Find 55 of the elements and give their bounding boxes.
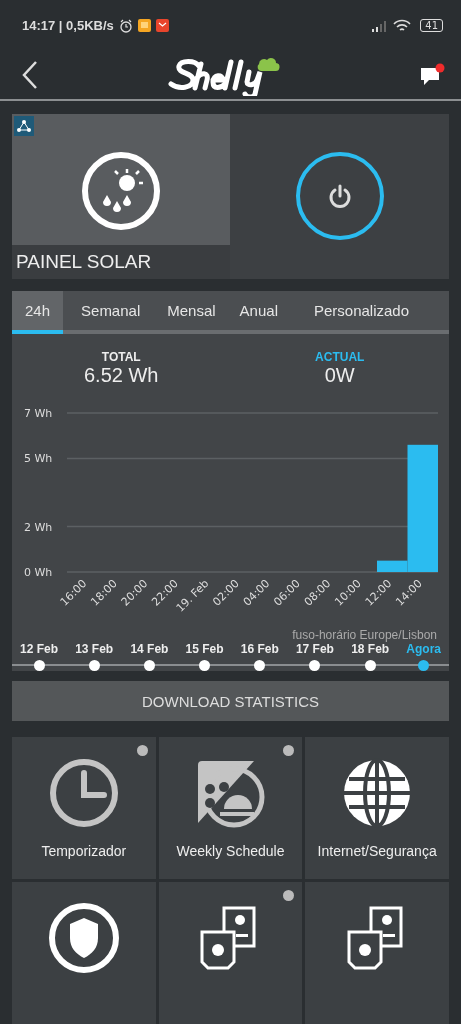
day-label[interactable]: 12 Feb: [20, 642, 58, 657]
feature-tile[interactable]: Internet/Segurança: [305, 737, 449, 879]
day-label[interactable]: 14 Feb: [130, 642, 169, 657]
day-label[interactable]: 17 Feb: [295, 642, 334, 657]
feature-tile[interactable]: [158, 882, 303, 1024]
signal-icon: [372, 19, 389, 32]
period-tab[interactable]: Semanal: [63, 290, 156, 335]
stat-value: 6.52 Wh: [84, 364, 159, 388]
day-marker[interactable]: [309, 660, 321, 672]
device-tile[interactable]: PAINEL SOLAR: [12, 113, 230, 279]
weather-icon: [81, 150, 161, 231]
app-notification-icon: [137, 19, 151, 33]
day-marker[interactable]: [364, 660, 376, 672]
back-icon[interactable]: [20, 60, 40, 91]
network-icon: [14, 115, 34, 136]
alarm-clock-icon: [118, 18, 133, 33]
period-tab[interactable]: Anual: [227, 290, 290, 335]
battery-indicator: 41: [420, 19, 443, 33]
tile-label: Weekly Schedule: [176, 843, 285, 859]
day-label[interactable]: 15 Feb: [185, 642, 224, 657]
stat-label: TOTAL: [101, 350, 141, 365]
feature-tile[interactable]: [305, 882, 449, 1024]
day-label[interactable]: 13 Feb: [75, 642, 114, 657]
day-marker[interactable]: [33, 660, 45, 672]
y-axis-label: 2 Wh: [24, 521, 53, 534]
y-axis-label: 0 Wh: [24, 566, 53, 580]
mail-app-icon: [155, 19, 169, 33]
day-label[interactable]: 16 Feb: [240, 642, 279, 657]
y-axis-label: 5 Wh: [24, 452, 53, 466]
shield-icon: [47, 902, 120, 974]
feature-tile[interactable]: Weekly Schedule: [158, 737, 303, 879]
stat-value: 0W: [324, 364, 355, 388]
tile-label: Temporizador: [41, 843, 127, 859]
period-tab[interactable]: Personalizado: [289, 290, 410, 335]
day-label[interactable]: 18 Feb: [351, 642, 390, 657]
day-marker[interactable]: [199, 660, 211, 672]
download-button[interactable]: DOWNLOAD STATISTICS: [12, 681, 449, 721]
period-tab[interactable]: 24h: [12, 290, 64, 335]
feature-tile[interactable]: Temporizador: [12, 737, 156, 879]
y-axis-label: 7 Wh: [24, 407, 53, 421]
day-label[interactable]: Agora: [406, 642, 441, 657]
tile-label: Internet/Segurança: [317, 843, 437, 859]
device-name: PAINEL SOLAR: [12, 244, 230, 279]
stat-label: ACTUAL: [315, 350, 365, 365]
day-marker[interactable]: [418, 660, 430, 672]
timezone-label: fuso-horário Europe/Lisbon: [291, 628, 438, 643]
day-marker[interactable]: [254, 660, 266, 672]
clock-icon: [47, 757, 120, 829]
day-marker[interactable]: [143, 660, 155, 672]
wifi-icon: [393, 18, 412, 33]
period-tab[interactable]: Mensal: [155, 290, 228, 335]
status-time: 14:17 | 0,5KB/s: [22, 18, 114, 34]
day-marker[interactable]: [88, 660, 100, 672]
feature-tile[interactable]: [12, 882, 156, 1024]
chat-icon[interactable]: [419, 63, 445, 88]
